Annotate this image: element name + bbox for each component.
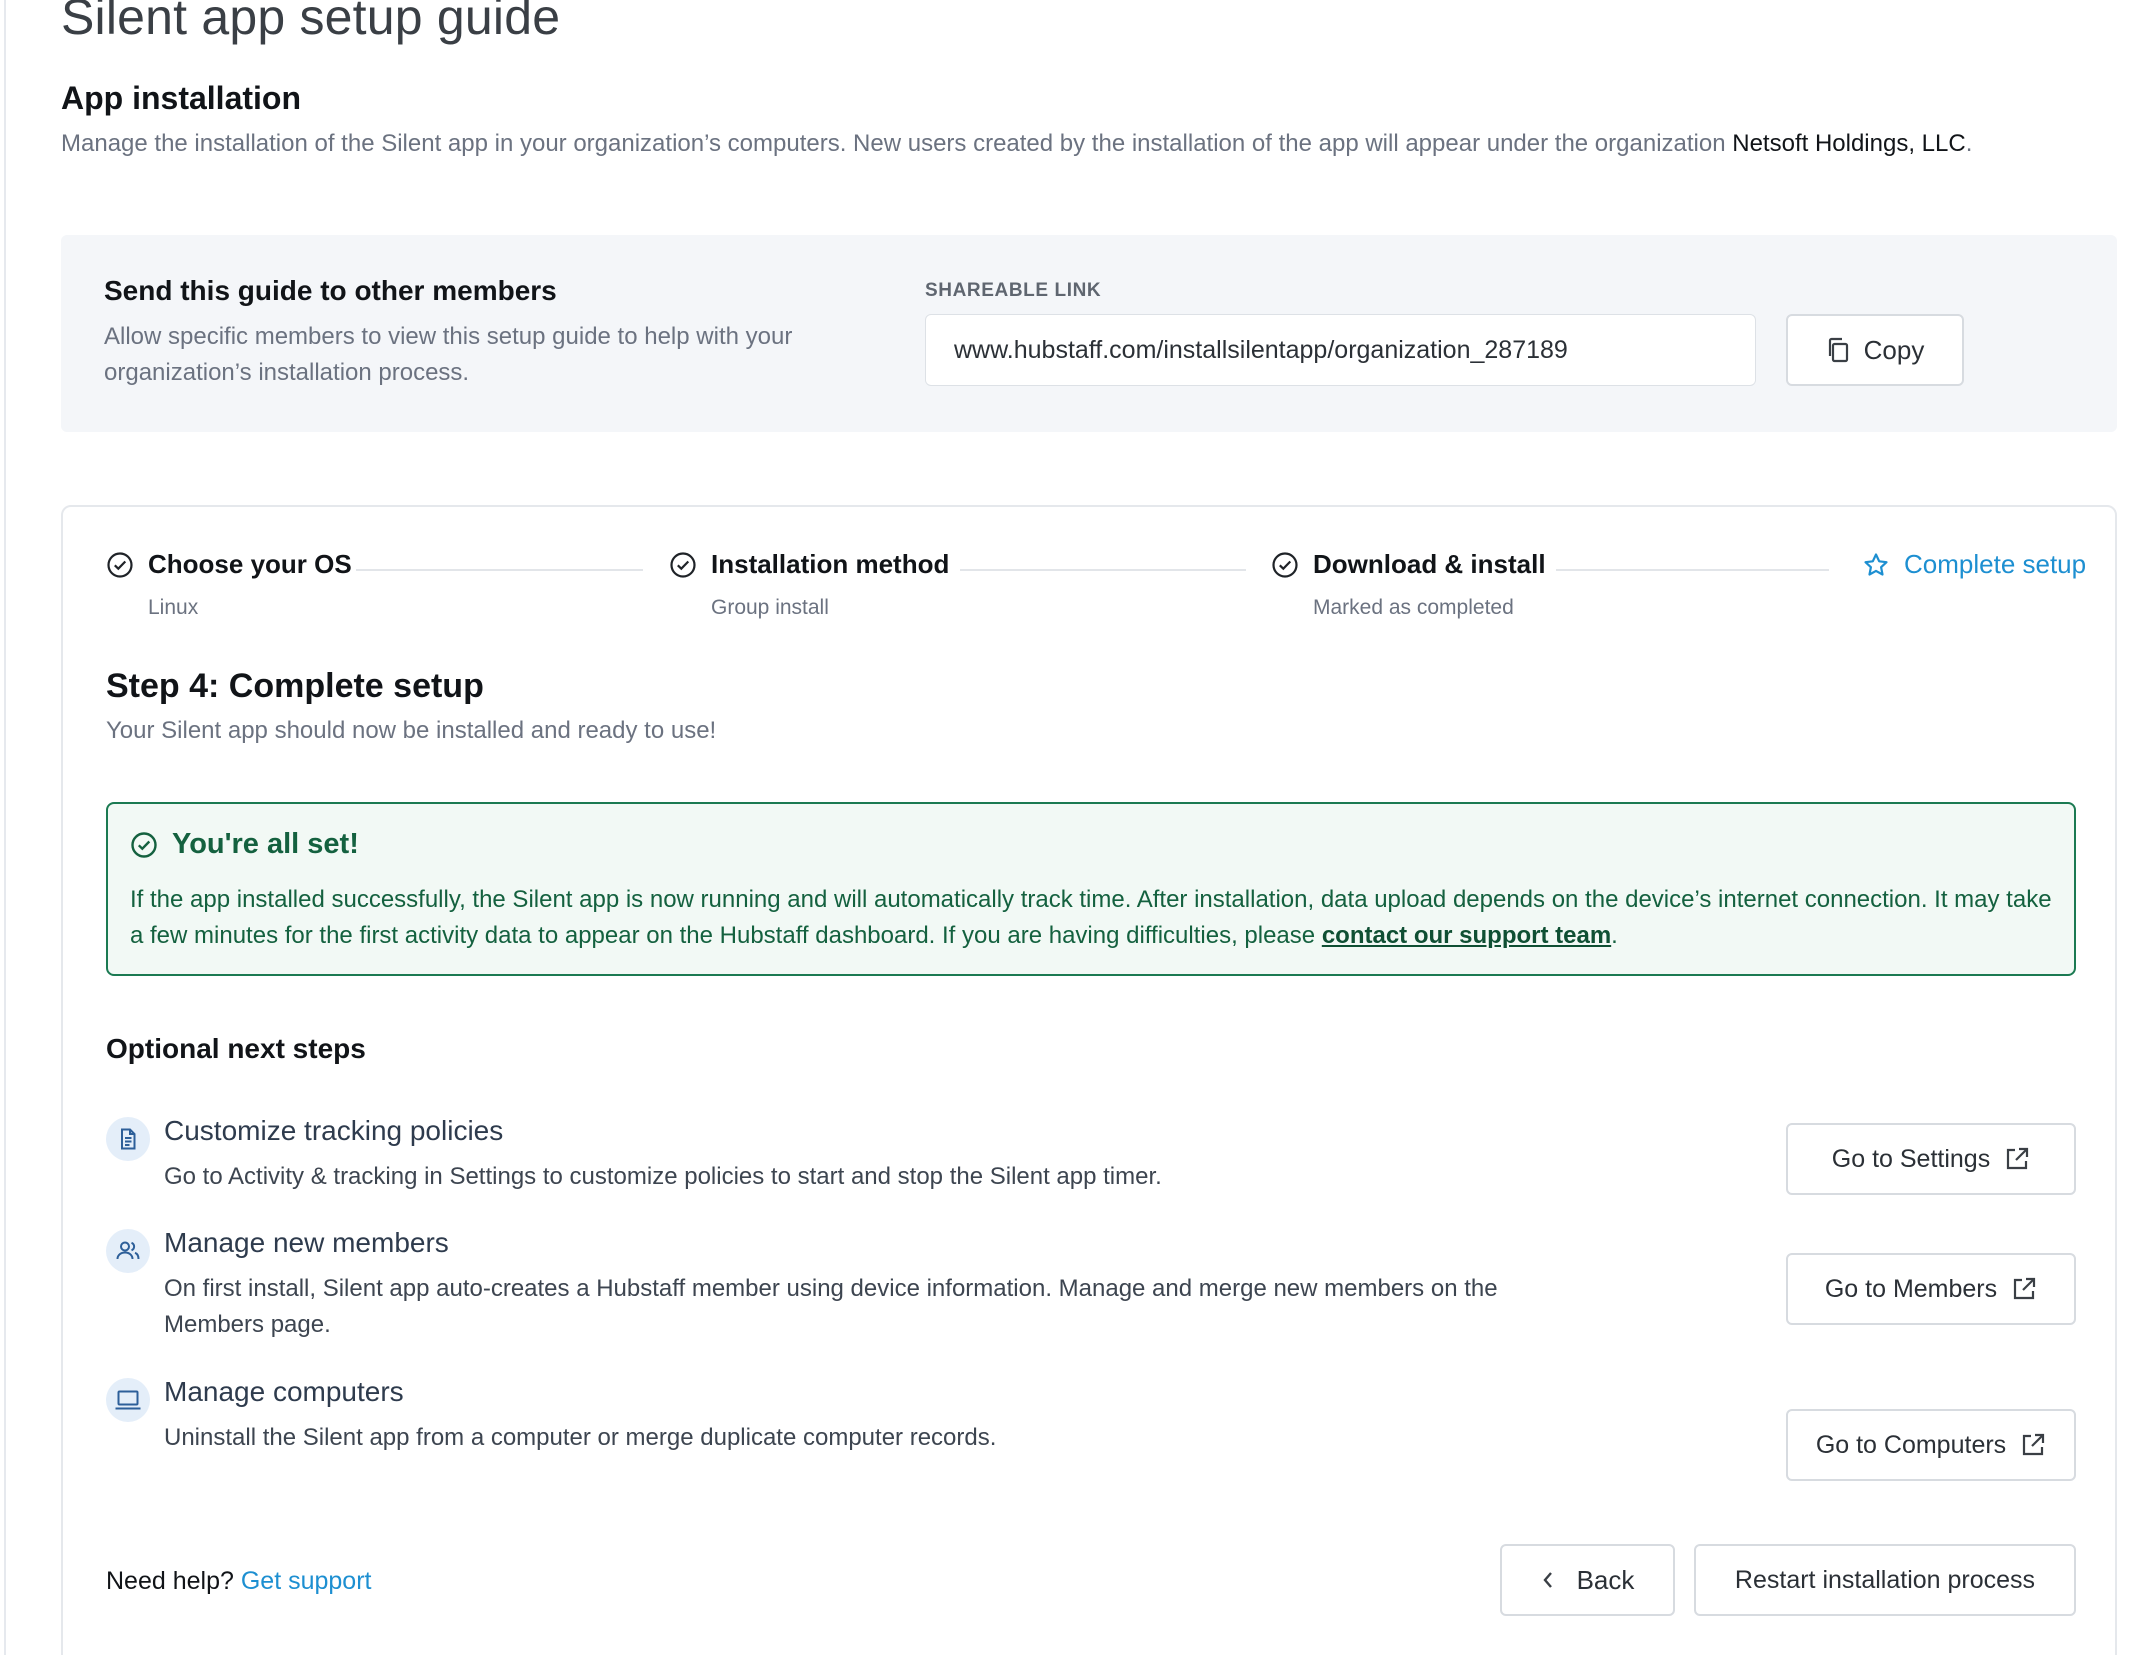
share-panel-description: Allow specific members to view this setu…	[104, 323, 793, 386]
next-step-tracking-policies: Customize tracking policies Go to Activi…	[106, 1115, 2076, 1205]
next-step-manage-computers: Manage computers Uninstall the Silent ap…	[106, 1376, 2076, 1481]
step-heading: Step 4: Complete setup	[106, 667, 484, 705]
step-description: Your Silent app should now be installed …	[106, 717, 717, 744]
step-label: Complete setup	[1904, 549, 2087, 579]
contact-support-link[interactable]: contact our support team	[1322, 922, 1611, 949]
check-circle-icon	[130, 831, 158, 859]
shareable-link-label: SHAREABLE LINK	[925, 280, 1102, 301]
star-icon	[1862, 551, 1890, 579]
step-label: Download & install	[1313, 549, 1546, 579]
copy-button[interactable]: Copy	[1786, 314, 1964, 386]
members-icon	[106, 1229, 150, 1273]
success-message-end: .	[1611, 922, 1618, 949]
go-to-computers-button[interactable]: Go to Computers	[1786, 1409, 2076, 1481]
document-icon	[106, 1117, 150, 1161]
next-step-title: Manage new members	[164, 1227, 449, 1258]
get-support-link[interactable]: Get support	[241, 1567, 372, 1595]
help-text: Need help? Get support	[106, 1567, 371, 1596]
chevron-left-icon	[1541, 1570, 1555, 1590]
check-circle-icon	[1271, 551, 1299, 579]
restart-installation-button[interactable]: Restart installation process	[1694, 1544, 2076, 1616]
page-title: Silent app setup guide	[61, 0, 561, 45]
step-choose-os[interactable]: Choose your OS Linux	[106, 549, 352, 620]
go-button-label: Go to Members	[1824, 1274, 1998, 1303]
step-label: Installation method	[711, 549, 950, 579]
section-title: App installation	[61, 80, 301, 116]
copy-icon	[1826, 337, 1850, 363]
section-description-text: Manage the installation of the Silent ap…	[61, 130, 1726, 157]
section-description: Manage the installation of the Silent ap…	[61, 130, 1972, 158]
left-border	[4, 0, 6, 1655]
go-button-label: Go to Computers	[1815, 1430, 2007, 1459]
share-panel-title: Send this guide to other members	[104, 275, 557, 306]
organization-name: Netsoft Holdings, LLC	[1732, 130, 1966, 157]
back-button-label: Back	[1576, 1564, 1635, 1595]
check-circle-icon	[669, 551, 697, 579]
section-description-end: .	[1965, 130, 1973, 157]
laptop-icon	[106, 1378, 150, 1422]
restart-button-label: Restart installation process	[1734, 1565, 2036, 1594]
help-label: Need help?	[106, 1567, 234, 1595]
next-step-manage-members: Manage new members On first install, Sil…	[106, 1227, 2076, 1347]
step-label: Choose your OS	[148, 549, 352, 579]
next-step-title: Customize tracking policies	[164, 1115, 504, 1146]
step-connector	[960, 569, 1246, 571]
copy-button-label: Copy	[1863, 334, 1925, 365]
step-sublabel: Linux	[148, 596, 199, 619]
next-step-description: On first install, Silent app auto-create…	[164, 1275, 1498, 1338]
share-guide-panel: Send this guide to other members Allow s…	[61, 235, 2117, 432]
step-sublabel: Marked as completed	[1313, 596, 1514, 619]
back-button[interactable]: Back	[1500, 1544, 1675, 1616]
go-to-members-button[interactable]: Go to Members	[1786, 1253, 2076, 1325]
next-step-title: Manage computers	[164, 1376, 404, 1407]
success-message: If the app installed successfully, the S…	[130, 882, 2060, 954]
success-alert: You're all set! If the app installed suc…	[106, 802, 2076, 976]
setup-wizard-card: Choose your OS Linux Installation method…	[61, 505, 2117, 1655]
check-circle-icon	[106, 551, 134, 579]
success-title: You're all set!	[172, 828, 359, 860]
stepper: Choose your OS Linux Installation method…	[106, 549, 2086, 639]
step-connector	[356, 569, 643, 571]
external-link-icon	[2011, 1276, 2037, 1302]
next-step-description: Uninstall the Silent app from a computer…	[164, 1424, 997, 1451]
external-link-icon	[2020, 1432, 2046, 1458]
next-step-description: Go to Activity & tracking in Settings to…	[164, 1163, 1162, 1190]
step-complete-setup[interactable]: Complete setup	[1862, 549, 2086, 580]
step-installation-method[interactable]: Installation method Group install	[669, 549, 949, 620]
go-to-settings-button[interactable]: Go to Settings	[1786, 1123, 2076, 1195]
shareable-link-input[interactable]	[925, 314, 1756, 386]
external-link-icon	[2004, 1146, 2030, 1172]
optional-next-steps-heading: Optional next steps	[106, 1033, 366, 1064]
go-button-label: Go to Settings	[1831, 1144, 1991, 1173]
step-sublabel: Group install	[711, 596, 829, 619]
step-download-install[interactable]: Download & install Marked as completed	[1271, 549, 1546, 620]
step-connector	[1556, 569, 1829, 571]
success-message-text: If the app installed successfully, the S…	[130, 886, 2052, 949]
